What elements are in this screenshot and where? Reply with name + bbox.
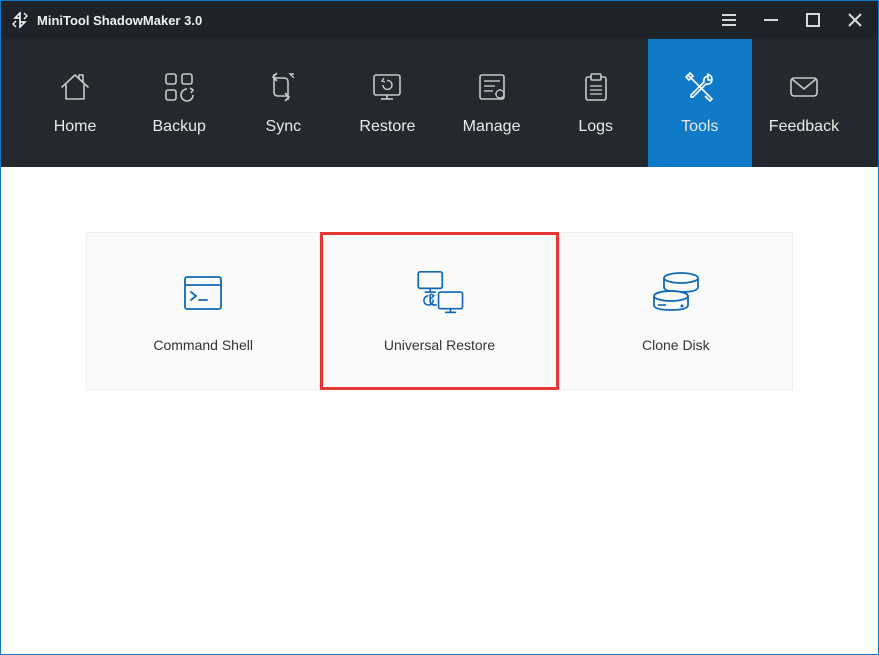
tool-label: Command Shell — [153, 337, 253, 353]
home-icon — [58, 70, 92, 104]
nav-label: Backup — [153, 118, 206, 136]
nav-label: Home — [54, 118, 97, 136]
feedback-icon — [787, 70, 821, 104]
titlebar-controls — [720, 11, 864, 29]
command-shell-icon — [173, 269, 233, 317]
universal-restore-icon — [409, 269, 469, 317]
app-title: MiniTool ShadowMaker 3.0 — [37, 13, 202, 28]
tool-card-universal-restore[interactable]: Universal Restore — [320, 232, 558, 390]
nav-label: Feedback — [769, 118, 839, 136]
nav-label: Sync — [266, 118, 302, 136]
nav-item-tools[interactable]: Tools — [648, 39, 752, 167]
content-area: Command Shell Univers — [1, 167, 878, 654]
backup-icon — [162, 70, 196, 104]
app-logo-icon — [11, 11, 29, 29]
close-icon[interactable] — [846, 11, 864, 29]
nav-item-manage[interactable]: Manage — [440, 39, 544, 167]
nav-item-feedback[interactable]: Feedback — [752, 39, 856, 167]
menu-icon[interactable] — [720, 11, 738, 29]
titlebar-left: MiniTool ShadowMaker 3.0 — [11, 11, 202, 29]
maximize-icon[interactable] — [804, 11, 822, 29]
nav-label: Manage — [463, 118, 521, 136]
navbar: Home Backup — [1, 39, 878, 167]
clone-disk-icon — [646, 269, 706, 317]
nav-label: Restore — [359, 118, 415, 136]
tool-label: Universal Restore — [384, 337, 495, 353]
manage-icon — [475, 70, 509, 104]
titlebar: MiniTool ShadowMaker 3.0 — [1, 1, 878, 39]
minimize-icon[interactable] — [762, 11, 780, 29]
nav-label: Tools — [681, 118, 718, 136]
tool-row: Command Shell Univers — [86, 232, 793, 390]
nav-item-restore[interactable]: Restore — [335, 39, 439, 167]
tool-card-clone-disk[interactable]: Clone Disk — [559, 232, 793, 390]
logs-icon — [579, 70, 613, 104]
tool-label: Clone Disk — [642, 337, 710, 353]
tool-card-command-shell[interactable]: Command Shell — [86, 232, 320, 390]
nav-item-home[interactable]: Home — [23, 39, 127, 167]
nav-item-sync[interactable]: Sync — [231, 39, 335, 167]
nav-item-backup[interactable]: Backup — [127, 39, 231, 167]
tools-icon — [683, 70, 717, 104]
restore-icon — [370, 70, 404, 104]
app-window: MiniTool ShadowMaker 3.0 — [0, 0, 879, 655]
nav-item-logs[interactable]: Logs — [544, 39, 648, 167]
nav-label: Logs — [578, 118, 613, 136]
sync-icon — [266, 70, 300, 104]
